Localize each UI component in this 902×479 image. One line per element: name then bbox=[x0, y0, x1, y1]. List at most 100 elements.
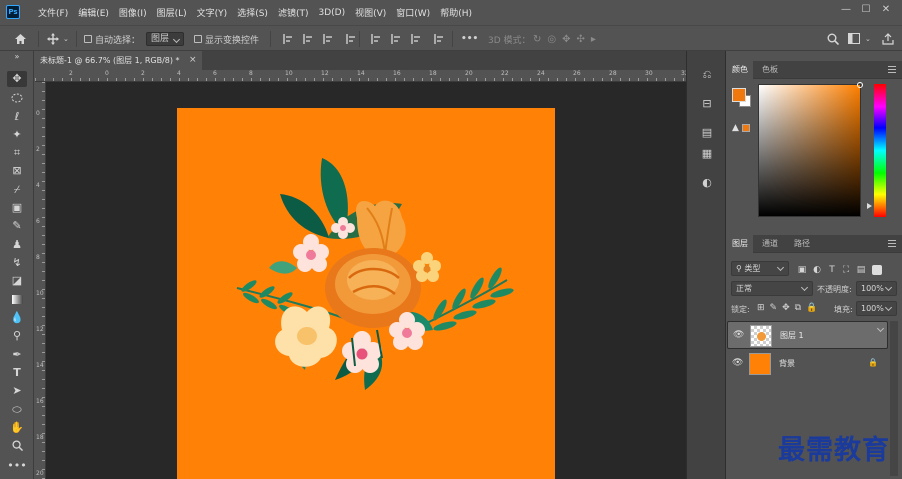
history-panel-icon[interactable]: ⎌ bbox=[699, 67, 715, 83]
filter-adjustment-icon[interactable]: ◐ bbox=[812, 265, 822, 275]
filter-type-icon[interactable]: T bbox=[827, 265, 837, 275]
gamut-correction-swatch[interactable] bbox=[742, 124, 750, 132]
filter-pixel-icon[interactable]: ▣ bbox=[797, 265, 807, 275]
more-options-button[interactable]: ••• bbox=[461, 26, 478, 52]
opacity-field[interactable]: 100% bbox=[856, 281, 897, 296]
frame-tool-icon[interactable]: ⊠ bbox=[7, 163, 27, 179]
share-icon[interactable] bbox=[882, 26, 894, 52]
slide-3d-icon[interactable]: ✣ bbox=[577, 34, 591, 45]
edit-toolbar-icon[interactable]: ••• bbox=[7, 458, 27, 474]
layer-filter-dropdown[interactable]: ⚲ 类型 bbox=[731, 261, 789, 276]
layer-name[interactable]: 图层 1 bbox=[780, 330, 804, 342]
clone-stamp-tool-icon[interactable]: ♟ bbox=[7, 237, 27, 253]
move-tool-icon[interactable]: ✥ bbox=[7, 71, 27, 87]
align-left-icon[interactable] bbox=[283, 34, 293, 44]
adjustments-panel-icon[interactable]: ◐ bbox=[699, 175, 715, 191]
fill-field[interactable]: 100% bbox=[856, 301, 897, 316]
lock-position-icon[interactable]: ✥ bbox=[782, 303, 795, 313]
zoom-tool-icon[interactable] bbox=[7, 438, 27, 454]
align-bottom-icon[interactable] bbox=[411, 34, 421, 44]
canvas-area[interactable] bbox=[46, 82, 686, 479]
minimize-button[interactable]: — bbox=[836, 3, 856, 17]
visibility-eye-icon[interactable]: 👁 bbox=[732, 358, 743, 369]
menu-3d[interactable]: 3D(D) bbox=[318, 8, 345, 18]
libraries-panel-icon[interactable]: ▦ bbox=[699, 146, 715, 162]
blur-tool-icon[interactable]: 💧 bbox=[7, 310, 27, 326]
dodge-tool-icon[interactable]: ⚲ bbox=[7, 328, 27, 344]
auto-select-dropdown[interactable]: 图层 bbox=[146, 26, 185, 52]
roll-3d-icon[interactable]: ◎ bbox=[547, 34, 562, 45]
layer-lock-icon[interactable]: 🔒 bbox=[868, 358, 878, 367]
path-selection-tool-icon[interactable]: ➤ bbox=[7, 383, 27, 399]
auto-select-checkbox[interactable]: 自动选择： bbox=[84, 26, 140, 52]
visibility-eye-icon[interactable]: 👁 bbox=[733, 330, 744, 341]
brush-tool-icon[interactable]: ✎ bbox=[7, 218, 27, 234]
color-panel-menu-icon[interactable] bbox=[888, 66, 896, 73]
actions-panel-icon[interactable]: ▤ bbox=[699, 125, 715, 141]
eraser-tool-icon[interactable]: ◪ bbox=[7, 273, 27, 289]
filter-toggle-icon[interactable] bbox=[872, 265, 882, 275]
move-tool-preset-icon[interactable]: ⌄ bbox=[47, 26, 69, 52]
scale-3d-icon[interactable]: ▸ bbox=[591, 34, 602, 45]
align-middle-icon[interactable] bbox=[391, 34, 401, 44]
menu-select[interactable]: 选择(S) bbox=[237, 6, 268, 19]
layer-name[interactable]: 背景 bbox=[779, 358, 795, 369]
eyedropper-tool-icon[interactable]: ⌿ bbox=[7, 182, 27, 198]
pen-tool-icon[interactable]: ✒ bbox=[7, 347, 27, 363]
align-right-icon[interactable] bbox=[323, 34, 333, 44]
tab-layers[interactable]: 图层 bbox=[727, 235, 753, 253]
lasso-tool-icon[interactable]: ℓ bbox=[7, 109, 27, 125]
crop-tool-icon[interactable]: ⌗ bbox=[7, 145, 27, 161]
document-tab[interactable]: 未标题-1 @ 66.7% (图层 1, RGB/8) * × bbox=[35, 51, 202, 70]
gamut-warning-icon[interactable]: ▲ bbox=[732, 123, 739, 133]
color-saturation-field[interactable] bbox=[758, 82, 863, 217]
healing-brush-tool-icon[interactable]: ▣ bbox=[7, 200, 27, 216]
menu-view[interactable]: 视图(V) bbox=[355, 6, 386, 19]
menu-filter[interactable]: 滤镜(T) bbox=[278, 6, 309, 19]
layer-row[interactable]: 👁 图层 1 bbox=[727, 321, 888, 349]
layers-panel-menu-icon[interactable] bbox=[888, 240, 896, 247]
lock-transparent-icon[interactable]: ⊞ bbox=[757, 303, 770, 313]
align-top-icon[interactable] bbox=[371, 34, 381, 44]
tab-color[interactable]: 颜色 bbox=[727, 61, 753, 79]
tab-swatches[interactable]: 色板 bbox=[757, 61, 783, 79]
ellipse-tool-icon[interactable]: ⬭ bbox=[7, 402, 27, 418]
restore-button[interactable]: ☐ bbox=[856, 3, 876, 17]
tab-channels[interactable]: 通道 bbox=[757, 235, 783, 253]
search-icon[interactable] bbox=[827, 26, 839, 52]
tab-paths[interactable]: 路径 bbox=[789, 235, 815, 253]
distribute-vertical-icon[interactable] bbox=[434, 34, 444, 44]
menu-help[interactable]: 帮助(H) bbox=[440, 6, 472, 19]
blend-mode-dropdown[interactable]: 正常 bbox=[731, 281, 813, 296]
home-icon[interactable] bbox=[14, 26, 27, 52]
type-tool-icon[interactable]: T bbox=[7, 365, 27, 381]
filter-shape-icon[interactable]: ⛶ bbox=[841, 265, 851, 275]
layer-row[interactable]: 👁 背景 🔒 bbox=[727, 350, 888, 378]
workspace-icon[interactable]: ⌄ bbox=[848, 26, 871, 52]
lock-all-icon[interactable]: 🔒 bbox=[806, 303, 822, 313]
distribute-horizontal-icon[interactable] bbox=[346, 34, 356, 44]
hand-tool-icon[interactable]: ✋ bbox=[7, 420, 27, 436]
document-close-icon[interactable]: × bbox=[189, 51, 197, 70]
properties-panel-icon[interactable]: ⊟ bbox=[699, 96, 715, 112]
orbit-3d-icon[interactable]: ↻ bbox=[533, 34, 547, 45]
magic-wand-tool-icon[interactable]: ✦ bbox=[7, 127, 27, 143]
document-canvas[interactable] bbox=[177, 108, 555, 479]
menu-type[interactable]: 文字(Y) bbox=[197, 6, 228, 19]
foreground-color-swatch[interactable] bbox=[732, 88, 746, 102]
menu-edit[interactable]: 编辑(E) bbox=[78, 6, 109, 19]
menu-image[interactable]: 图像(I) bbox=[119, 6, 147, 19]
marquee-tool-icon[interactable] bbox=[7, 90, 27, 106]
lock-artboard-icon[interactable]: ⧉ bbox=[795, 303, 806, 313]
show-transform-checkbox[interactable]: 显示变换控件 bbox=[194, 26, 259, 52]
filter-smart-object-icon[interactable]: ▤ bbox=[856, 265, 866, 275]
close-window-button[interactable]: ✕ bbox=[876, 3, 896, 17]
drag-3d-icon[interactable]: ✥ bbox=[562, 34, 576, 45]
gradient-tool-icon[interactable] bbox=[7, 292, 27, 308]
lock-image-icon[interactable]: ✎ bbox=[770, 303, 783, 313]
hue-slider[interactable] bbox=[874, 84, 886, 217]
history-brush-tool-icon[interactable]: ↯ bbox=[7, 255, 27, 271]
menu-window[interactable]: 窗口(W) bbox=[396, 6, 430, 19]
align-center-icon[interactable] bbox=[303, 34, 313, 44]
menu-layer[interactable]: 图层(L) bbox=[157, 6, 187, 19]
